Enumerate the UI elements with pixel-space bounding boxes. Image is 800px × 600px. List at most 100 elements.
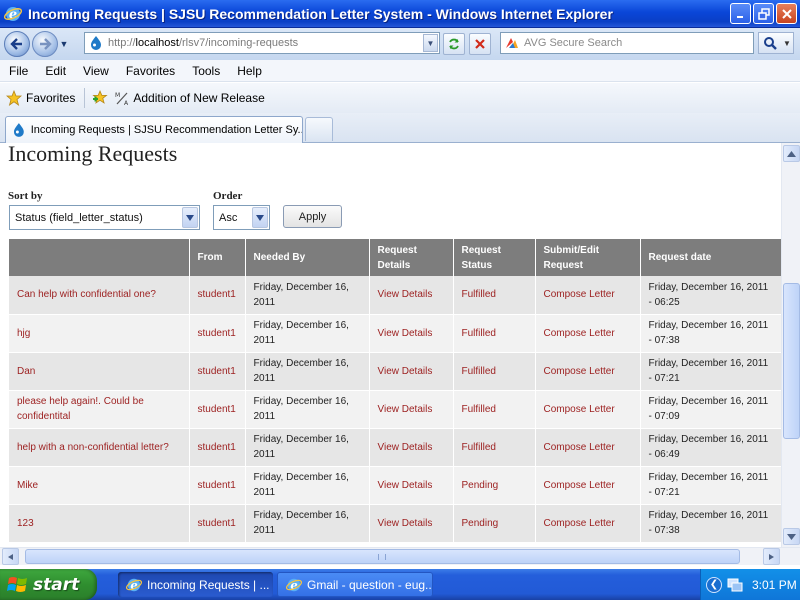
needed-by-cell: Friday, December 16, 2011: [245, 390, 370, 429]
refresh-button[interactable]: [443, 33, 465, 55]
status-link[interactable]: Fulfilled: [453, 276, 536, 315]
add-favorite-icon: [92, 89, 108, 104]
restore-icon: [757, 7, 770, 20]
show-hidden-icons-button[interactable]: ❮: [706, 576, 722, 593]
column-header-submit-edit[interactable]: Submit/Edit Request: [535, 239, 641, 276]
search-options-arrow[interactable]: ▼: [783, 39, 791, 48]
scroll-right-button[interactable]: [763, 548, 780, 565]
stop-button[interactable]: [469, 33, 491, 55]
menu-help[interactable]: Help: [237, 64, 262, 78]
page-content: Incoming Requests Sort by Status (field_…: [0, 143, 781, 547]
scroll-down-button[interactable]: [783, 528, 800, 545]
menu-favorites[interactable]: Favorites: [126, 64, 175, 78]
order-dropdown-arrow[interactable]: [252, 207, 268, 228]
view-details-link[interactable]: View Details: [369, 466, 454, 505]
request-title-link[interactable]: please help again!. Could be confidentit…: [9, 390, 190, 429]
horizontal-scroll-thumb[interactable]: [25, 549, 740, 564]
compose-letter-link[interactable]: Compose Letter: [535, 504, 641, 543]
table-row: please help again!. Could be confidentit…: [9, 390, 781, 429]
request-title-link[interactable]: hjg: [9, 314, 190, 353]
from-user-link[interactable]: student1: [189, 428, 246, 467]
favorites-button[interactable]: Favorites: [6, 90, 75, 106]
column-header-request-details[interactable]: Request Details: [369, 239, 454, 276]
from-user-link[interactable]: student1: [189, 276, 246, 315]
favorite-link-new-release[interactable]: MA Addition of New Release: [114, 90, 264, 106]
add-to-favorites-bar-button[interactable]: [92, 89, 108, 108]
request-title-link[interactable]: Mike: [9, 466, 190, 505]
compose-letter-link[interactable]: Compose Letter: [535, 466, 641, 505]
from-user-link[interactable]: student1: [189, 466, 246, 505]
column-header-title[interactable]: [9, 239, 190, 276]
compose-letter-link[interactable]: Compose Letter: [535, 276, 641, 315]
taskbar-item-label: Incoming Requests | ...: [147, 577, 270, 592]
view-details-link[interactable]: View Details: [369, 390, 454, 429]
column-header-from[interactable]: From: [189, 239, 246, 276]
scroll-up-button[interactable]: [783, 145, 800, 162]
clock[interactable]: 3:01 PM: [752, 578, 797, 592]
view-details-link[interactable]: View Details: [369, 276, 454, 315]
request-title-link[interactable]: Can help with confidential one?: [9, 276, 190, 315]
compose-letter-link[interactable]: Compose Letter: [535, 352, 641, 391]
taskbar-item-incoming-requests[interactable]: e Incoming Requests | ...: [118, 572, 273, 597]
order-select[interactable]: Asc: [213, 205, 270, 230]
compose-letter-link[interactable]: Compose Letter: [535, 390, 641, 429]
address-bar[interactable]: http://localhost/rlsv7/incoming-requests…: [84, 32, 440, 54]
apply-button[interactable]: Apply: [283, 205, 342, 228]
menu-tools[interactable]: Tools: [192, 64, 220, 78]
request-title-link[interactable]: 123: [9, 504, 190, 543]
forward-button[interactable]: [32, 31, 58, 57]
menu-file[interactable]: File: [9, 64, 28, 78]
back-button[interactable]: [4, 31, 30, 57]
request-title-link[interactable]: Dan: [9, 352, 190, 391]
vertical-scrollbar[interactable]: [781, 143, 800, 547]
horizontal-scrollbar[interactable]: [0, 547, 800, 565]
vertical-scroll-thumb[interactable]: [783, 283, 800, 439]
view-details-link[interactable]: View Details: [369, 504, 454, 543]
svg-text:A: A: [124, 100, 129, 106]
search-button[interactable]: ▼: [758, 32, 794, 54]
column-header-request-date[interactable]: Request date: [640, 239, 781, 276]
from-user-link[interactable]: student1: [189, 314, 246, 353]
view-details-link[interactable]: View Details: [369, 352, 454, 391]
restore-button[interactable]: [753, 3, 774, 24]
window-titlebar[interactable]: e Incoming Requests | SJSU Recommendatio…: [0, 0, 800, 28]
view-details-link[interactable]: View Details: [369, 428, 454, 467]
from-user-link[interactable]: student1: [189, 390, 246, 429]
request-title-link[interactable]: help with a non-confidential letter?: [9, 428, 190, 467]
address-dropdown-button[interactable]: ▼: [423, 34, 438, 52]
compose-letter-link[interactable]: Compose Letter: [535, 428, 641, 467]
compose-letter-link[interactable]: Compose Letter: [535, 314, 641, 353]
status-link[interactable]: Pending: [453, 466, 536, 505]
status-link[interactable]: Fulfilled: [453, 352, 536, 391]
close-window-button[interactable]: [776, 3, 797, 24]
from-user-link[interactable]: student1: [189, 504, 246, 543]
sort-by-select[interactable]: Status (field_letter_status): [9, 205, 200, 230]
page-title: Incoming Requests: [8, 143, 178, 166]
status-link[interactable]: Fulfilled: [453, 428, 536, 467]
menu-view[interactable]: View: [83, 64, 109, 78]
scroll-left-button[interactable]: [2, 548, 19, 565]
favorite-link-label: Addition of New Release: [133, 91, 265, 105]
requests-table: From Needed By Request Details Request S…: [9, 239, 781, 543]
column-header-request-status[interactable]: Request Status: [453, 239, 536, 276]
network-icon[interactable]: [727, 578, 743, 592]
menu-edit[interactable]: Edit: [45, 64, 66, 78]
status-link[interactable]: Pending: [453, 504, 536, 543]
status-link[interactable]: Fulfilled: [453, 390, 536, 429]
sort-by-dropdown-arrow[interactable]: [182, 207, 198, 228]
view-details-link[interactable]: View Details: [369, 314, 454, 353]
recent-pages-dropdown[interactable]: ▼: [58, 31, 70, 57]
start-button[interactable]: start: [0, 569, 97, 600]
status-link[interactable]: Fulfilled: [453, 314, 536, 353]
windows-logo-icon: [7, 576, 27, 592]
taskbar-item-gmail[interactable]: e Gmail - question - eug...: [277, 572, 433, 597]
tab-incoming-requests[interactable]: Incoming Requests | SJSU Recommendation …: [5, 116, 303, 143]
minimize-button[interactable]: [730, 3, 751, 24]
search-box[interactable]: AVG Secure Search: [500, 32, 754, 54]
table-row: Can help with confidential one? student1…: [9, 276, 781, 315]
new-tab-button[interactable]: [305, 117, 333, 141]
back-arrow-icon: [10, 38, 22, 50]
from-user-link[interactable]: student1: [189, 352, 246, 391]
refresh-icon: [449, 38, 459, 50]
column-header-needed-by[interactable]: Needed By: [245, 239, 370, 276]
